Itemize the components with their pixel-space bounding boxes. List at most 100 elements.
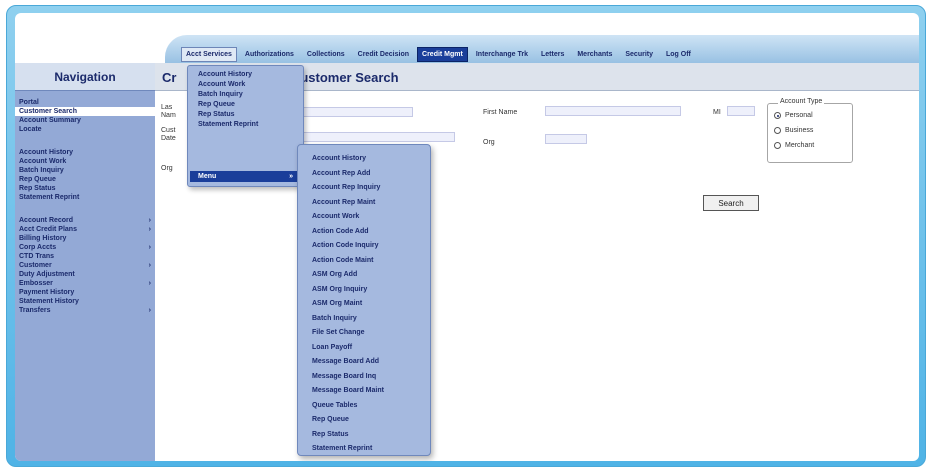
submenu-item-asm-org-add[interactable]: ASM Org Add bbox=[298, 268, 430, 283]
app-window: Acct Services Authorizations Collections Cr… bbox=[15, 13, 919, 461]
submenu-item-message-board-maint[interactable]: Message Board Maint bbox=[298, 384, 430, 399]
chevron-right-icon: » bbox=[289, 173, 293, 180]
chevron-right-icon: › bbox=[148, 262, 151, 269]
sidebar-item-label: Billing History bbox=[19, 235, 67, 242]
chevron-right-icon: › bbox=[148, 217, 151, 224]
sidebar-item-duty-adjustment[interactable]: Duty Adjustment bbox=[15, 270, 155, 279]
first-name-input[interactable] bbox=[545, 106, 681, 116]
sidebar-item-embosser[interactable]: Embosser › bbox=[15, 279, 155, 288]
submenu-item-action-code-maint[interactable]: Action Code Maint bbox=[298, 254, 430, 269]
submenu-item-account-rep-add[interactable]: Account Rep Add bbox=[298, 167, 430, 182]
sidebar-item-label: Customer bbox=[19, 262, 52, 269]
dropdown-menu-label: Menu bbox=[198, 173, 217, 180]
sidebar-item-account-history[interactable]: Account History bbox=[15, 148, 155, 157]
org-label-left: Org bbox=[161, 165, 173, 172]
radio-merchant-icon[interactable] bbox=[774, 142, 781, 149]
submenu-item-account-history[interactable]: Account History bbox=[298, 152, 430, 167]
sidebar-item-customer[interactable]: Customer › bbox=[15, 261, 155, 270]
top-menu-bar: Acct Services Authorizations Collections Cr… bbox=[181, 46, 696, 62]
radio-merchant-label: Merchant bbox=[785, 142, 815, 149]
sidebar-item-acct-credit-plans[interactable]: Acct Credit Plans › bbox=[15, 225, 155, 234]
customer-date-input[interactable] bbox=[303, 132, 455, 142]
top-menu-log-off[interactable]: Log Off bbox=[661, 47, 696, 62]
sidebar-item-statement-reprint[interactable]: Statement Reprint bbox=[15, 193, 155, 202]
submenu-item-loan-payoff[interactable]: Loan Payoff bbox=[298, 341, 430, 356]
dropdown-item-batch-inquiry[interactable]: Batch Inquiry bbox=[188, 90, 303, 100]
sidebar-item-portal[interactable]: Portal bbox=[15, 98, 155, 107]
sidebar-item-transfers[interactable]: Transfers › bbox=[15, 306, 155, 315]
account-type-legend: Account Type bbox=[778, 98, 825, 105]
dropdown-item-rep-queue[interactable]: Rep Queue bbox=[188, 100, 303, 110]
sidebar-item-batch-inquiry[interactable]: Batch Inquiry bbox=[15, 166, 155, 175]
sidebar-item-corp-accts[interactable]: Corp Accts › bbox=[15, 243, 155, 252]
top-menu-security[interactable]: Security bbox=[620, 47, 658, 62]
top-menu-credit-decision[interactable]: Credit Decision bbox=[353, 47, 414, 62]
submenu-item-action-code-inquiry[interactable]: Action Code Inquiry bbox=[298, 239, 430, 254]
submenu-item-asm-org-inquiry[interactable]: ASM Org Inquiry bbox=[298, 283, 430, 298]
submenu-item-file-set-change[interactable]: File Set Change bbox=[298, 326, 430, 341]
last-name-input[interactable] bbox=[303, 107, 413, 117]
sidebar-item-ctd-trans[interactable]: CTD Trans bbox=[15, 252, 155, 261]
top-menu-credit-mgmt[interactable]: Credit Mgmt bbox=[417, 46, 468, 62]
sidebar-item-billing-history[interactable]: Billing History bbox=[15, 234, 155, 243]
submenu-item-rep-queue[interactable]: Rep Queue bbox=[298, 413, 430, 428]
sidebar-item-account-summary[interactable]: Account Summary bbox=[15, 116, 155, 125]
mi-label: MI bbox=[713, 109, 721, 116]
top-menu-letters[interactable]: Letters bbox=[536, 47, 569, 62]
cust-date-label-part1: Cust bbox=[161, 127, 176, 134]
sidebar-item-account-work[interactable]: Account Work bbox=[15, 157, 155, 166]
sidebar-item-label: Payment History bbox=[19, 289, 75, 296]
radio-merchant[interactable]: Merchant bbox=[774, 142, 814, 149]
radio-personal-icon[interactable] bbox=[774, 112, 781, 119]
submenu-item-account-rep-maint[interactable]: Account Rep Maint bbox=[298, 196, 430, 211]
search-button[interactable]: Search bbox=[703, 195, 759, 211]
sidebar-item-label: Acct Credit Plans bbox=[19, 226, 77, 233]
sidebar-item-account-record[interactable]: Account Record › bbox=[15, 216, 155, 225]
first-name-label: First Name bbox=[483, 109, 518, 116]
submenu-item-message-board-add[interactable]: Message Board Add bbox=[298, 355, 430, 370]
sidebar-item-label: Account History bbox=[19, 149, 74, 156]
top-menu-collections[interactable]: Collections bbox=[302, 47, 350, 62]
radio-business-label: Business bbox=[785, 127, 814, 134]
submenu-item-action-code-add[interactable]: Action Code Add bbox=[298, 225, 430, 240]
sidebar-item-rep-status[interactable]: Rep Status bbox=[15, 184, 155, 193]
sidebar-item-label: Rep Queue bbox=[19, 176, 56, 183]
sidebar-item-label: Customer Search bbox=[19, 108, 77, 115]
submenu-item-account-rep-inquiry[interactable]: Account Rep Inquiry bbox=[298, 181, 430, 196]
sidebar-item-locate[interactable]: Locate bbox=[15, 125, 155, 134]
submenu-item-batch-inquiry[interactable]: Batch Inquiry bbox=[298, 312, 430, 327]
sidebar-item-label: Portal bbox=[19, 99, 39, 106]
sidebar-item-label: Statement Reprint bbox=[19, 194, 80, 201]
submenu-item-rep-status[interactable]: Rep Status bbox=[298, 428, 430, 443]
submenu-item-queue-tables[interactable]: Queue Tables bbox=[298, 399, 430, 414]
sidebar-item-label: Embosser bbox=[19, 280, 53, 287]
top-menu-acct-services[interactable]: Acct Services bbox=[181, 46, 237, 62]
submenu-item-account-work[interactable]: Account Work bbox=[298, 210, 430, 225]
submenu-item-message-board-inq[interactable]: Message Board Inq bbox=[298, 370, 430, 385]
radio-business[interactable]: Business bbox=[774, 127, 813, 134]
sidebar-item-payment-history[interactable]: Payment History bbox=[15, 288, 155, 297]
sidebar-list: Portal Customer Search Account Summary Loca… bbox=[15, 91, 155, 315]
sidebar-item-label: Account Work bbox=[19, 158, 67, 165]
sidebar-item-statement-history[interactable]: Statement History bbox=[15, 297, 155, 306]
mi-input[interactable] bbox=[727, 106, 755, 116]
sidebar-item-customer-search[interactable]: Customer Search bbox=[15, 107, 155, 116]
radio-personal[interactable]: Personal bbox=[774, 112, 813, 119]
dropdown-item-account-work[interactable]: Account Work bbox=[188, 80, 303, 90]
dropdown-item-rep-status[interactable]: Rep Status bbox=[188, 110, 303, 120]
sidebar-item-label: Duty Adjustment bbox=[19, 271, 75, 278]
submenu-item-statement-reprint[interactable]: Statement Reprint bbox=[298, 442, 430, 457]
navigation-sidebar: Navigation Portal Customer Search Account … bbox=[15, 63, 155, 461]
org-input[interactable] bbox=[545, 134, 587, 144]
top-menu-interchange-trk[interactable]: Interchange Trk bbox=[471, 47, 533, 62]
dropdown-item-statement-reprint[interactable]: Statement Reprint bbox=[188, 120, 303, 130]
dropdown-menu-item[interactable]: Menu » bbox=[190, 171, 301, 182]
sidebar-item-rep-queue[interactable]: Rep Queue bbox=[15, 175, 155, 184]
top-menu-authorizations[interactable]: Authorizations bbox=[240, 47, 299, 62]
dropdown-item-account-history[interactable]: Account History bbox=[188, 70, 303, 80]
acct-services-dropdown: Account History Account Work Batch Inquiry… bbox=[187, 65, 304, 187]
radio-business-icon[interactable] bbox=[774, 127, 781, 134]
top-menu-merchants[interactable]: Merchants bbox=[572, 47, 617, 62]
submenu-item-asm-org-maint[interactable]: ASM Org Maint bbox=[298, 297, 430, 312]
menu-submenu: Account History Account Rep Add Account Re… bbox=[297, 144, 431, 456]
